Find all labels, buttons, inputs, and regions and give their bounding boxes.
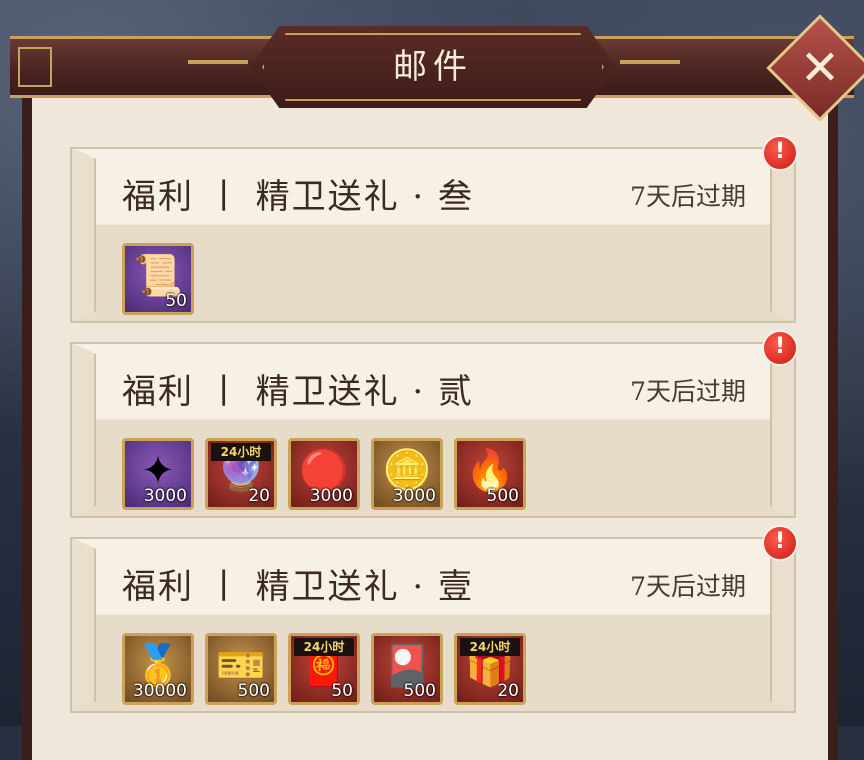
reward-items: 📜 50 bbox=[122, 243, 194, 315]
mail-expire-text: 7天后过期 bbox=[630, 572, 746, 601]
item-quantity: 500 bbox=[486, 486, 519, 506]
item-quantity: 500 bbox=[237, 681, 270, 701]
mail-item[interactable]: 福利 丨 精卫送礼 · 贰 7天后过期! ✦ 3000 🔮 24小时 20 🔴 3000 🪙 300… bbox=[70, 330, 798, 518]
item-quantity: 20 bbox=[248, 486, 270, 506]
reward-items: 🥇 30000 🎫 500 🧧 24小时 50 🎴 500 🎁 24小时 20 bbox=[122, 633, 526, 705]
item-quantity: 30000 bbox=[132, 681, 187, 701]
reward-items: ✦ 3000 🔮 24小时 20 🔴 3000 🪙 3000 🔥 500 bbox=[122, 438, 526, 510]
timed-tag: 24小时 bbox=[460, 638, 520, 656]
item-quantity: 500 bbox=[403, 681, 436, 701]
mail-expire-text: 7天后过期 bbox=[630, 377, 746, 406]
reward-item[interactable]: 🎫 500 bbox=[205, 633, 277, 705]
page-title: 邮件 bbox=[393, 47, 473, 87]
item-quantity: 50 bbox=[331, 681, 353, 701]
reward-item[interactable]: 🔴 3000 bbox=[288, 438, 360, 510]
reward-item[interactable]: 🧧 24小时 50 bbox=[288, 633, 360, 705]
right-arrow-ornament-icon bbox=[620, 60, 680, 64]
item-quantity: 20 bbox=[497, 681, 519, 701]
item-quantity: 3000 bbox=[392, 486, 436, 506]
reward-item[interactable]: 🔥 500 bbox=[454, 438, 526, 510]
left-arrow-ornament-icon bbox=[188, 60, 248, 64]
item-quantity: 3000 bbox=[143, 486, 187, 506]
fret-ornament-icon bbox=[18, 47, 52, 87]
mail-item[interactable]: 福利 丨 精卫送礼 · 叁 7天后过期! 📜 50 bbox=[70, 135, 798, 323]
mail-title: 福利 丨 精卫送礼 · 壹 bbox=[122, 567, 475, 607]
item-quantity: 50 bbox=[165, 291, 187, 311]
mail-expire-text: 7天后过期 bbox=[630, 182, 746, 211]
reward-item[interactable]: 🥇 30000 bbox=[122, 633, 194, 705]
unread-alert-icon: ! bbox=[762, 525, 798, 561]
reward-item[interactable]: 🪙 3000 bbox=[371, 438, 443, 510]
reward-item[interactable]: ✦ 3000 bbox=[122, 438, 194, 510]
mail-item[interactable]: 福利 丨 精卫送礼 · 壹 7天后过期! 🥇 30000 🎫 500 🧧 24小时 50 🎴 500… bbox=[70, 525, 798, 713]
item-quantity: 3000 bbox=[309, 486, 353, 506]
reward-item[interactable]: 🔮 24小时 20 bbox=[205, 438, 277, 510]
unread-alert-icon: ! bbox=[762, 330, 798, 366]
reward-item[interactable]: 🎁 24小时 20 bbox=[454, 633, 526, 705]
timed-tag: 24小时 bbox=[294, 638, 354, 656]
mail-title: 福利 丨 精卫送礼 · 叁 bbox=[122, 177, 475, 217]
timed-tag: 24小时 bbox=[211, 443, 271, 461]
unread-alert-icon: ! bbox=[762, 135, 798, 171]
reward-item[interactable]: 🎴 500 bbox=[371, 633, 443, 705]
reward-item[interactable]: 📜 50 bbox=[122, 243, 194, 315]
mail-title: 福利 丨 精卫送礼 · 贰 bbox=[122, 372, 475, 412]
